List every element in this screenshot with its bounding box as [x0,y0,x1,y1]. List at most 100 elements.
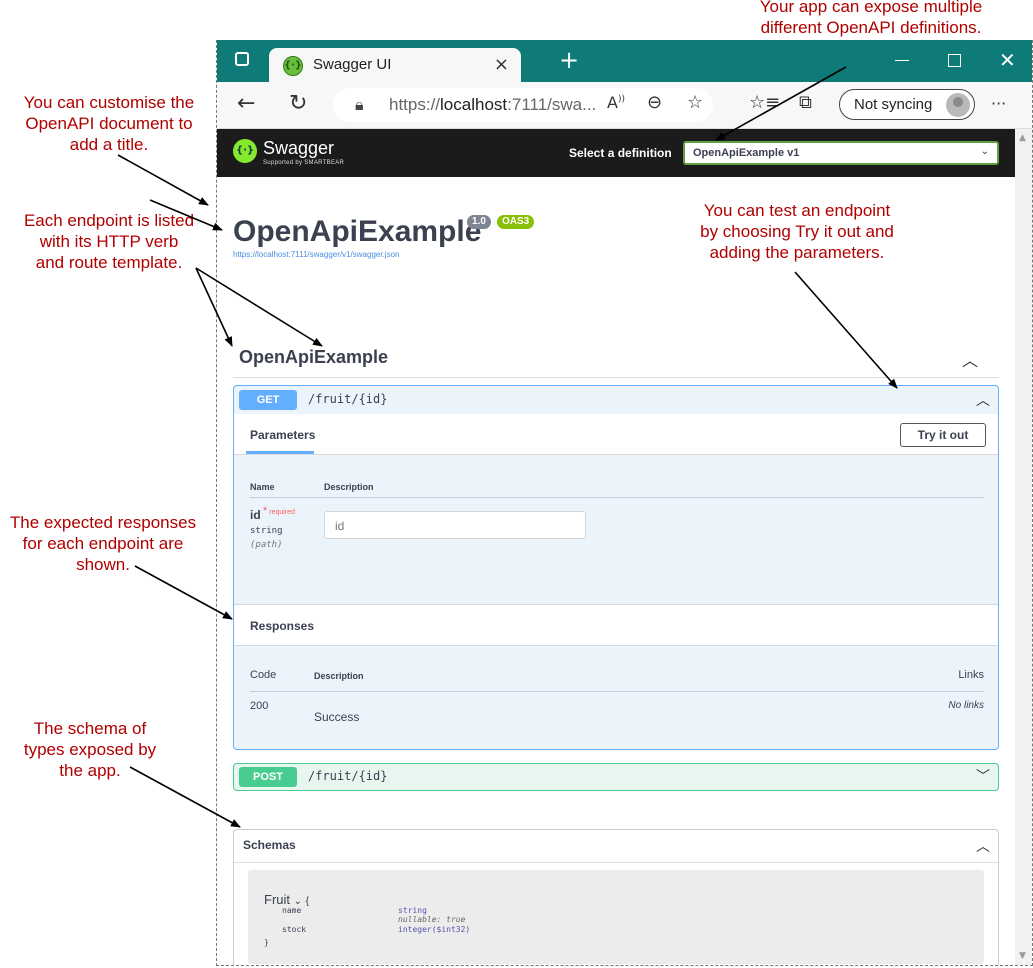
chevron-down-icon[interactable]: ﹀ [976,766,990,786]
response-col-code: Code [250,669,277,681]
chevron-up-icon[interactable]: ︿ [976,836,990,856]
response-code: 200 [250,700,269,712]
field-type: integer($int32) [398,925,471,934]
annotation-line: types exposed by [23,740,157,759]
param-location: (path) [250,540,283,550]
http-verb-get: GET [239,390,297,410]
open-brace: { [305,896,309,907]
tab-parameters[interactable]: Parameters [250,428,315,442]
browser-window: {·} Swagger UI × + ✕ ← ↻ 🔒︎ https://loca… [216,40,1033,966]
route-template: /fruit/{id} [308,392,388,406]
back-icon[interactable]: ← [237,91,255,116]
navigation-bar: ← ↻ 🔒︎ https://localhost:7111/swa... A))… [217,82,1032,129]
address-text: https://localhost:7111/swa... [389,95,596,115]
responses-title: Responses [250,619,315,633]
param-required: * required [263,505,295,517]
column-header-name: Name [250,482,275,492]
id-input[interactable]: id [324,511,586,539]
tab-swagger-ui[interactable]: {·} Swagger UI × [269,48,521,82]
id-input-placeholder: id [335,519,345,533]
annotation-endpoints: Each endpoint is listed with its HTTP ve… [0,210,218,273]
address-path: :7111/swa... [507,95,597,114]
get-operation: GET /fruit/{id} ︿ Parameters Try it out … [233,385,999,750]
sync-label: Not syncing [854,96,933,113]
more-icon[interactable]: ··· [991,94,1006,113]
chevron-up-icon[interactable]: ︿ [962,347,978,371]
annotation-line: different OpenAPI definitions. [760,18,982,37]
annotation-try-it: You can test an endpoint by choosing Try… [672,200,922,263]
model-name-text: Fruit [264,892,290,907]
swagger-logo-icon[interactable]: {·} [233,139,257,163]
param-type: string [250,526,283,536]
chevron-down-icon: ⌄ [980,146,989,157]
close-window-icon[interactable]: ✕ [999,48,1016,72]
model-name[interactable]: Fruit ⌄ { [264,892,309,907]
spec-url-link[interactable]: https://localhost:7111/swagger/v1/swagge… [233,250,399,259]
post-operation[interactable]: POST /fruit/{id} ﹀ [233,763,999,791]
address-host: localhost [440,95,508,114]
chevron-up-icon[interactable]: ︿ [976,390,990,410]
profile-sync-button[interactable]: Not syncing [839,89,975,120]
annotation-line: add a title. [69,135,149,154]
field-name: name [282,906,302,915]
definition-label: Select a definition [569,146,672,160]
scroll-up-icon[interactable]: ▲ [1019,133,1026,143]
swagger-favicon-icon: {·} [283,56,303,76]
avatar-icon [946,93,970,117]
endpoint-group-title[interactable]: OpenApiExample [239,347,388,368]
field-type: string [398,906,427,915]
annotation-line: with its HTTP verb [39,232,179,251]
parameters-bar: Parameters Try it out [234,414,998,455]
annotation-line: for each endpoint are [22,534,184,553]
definition-select[interactable]: OpenApiExample v1 ⌄ [683,141,999,165]
annotation-line: by choosing Try it out and [700,222,894,241]
close-tab-icon[interactable]: × [494,54,509,75]
annotation-line: adding the parameters. [709,243,885,262]
collections-icon[interactable]: ⧉ [799,92,812,113]
arrow-title [117,154,209,206]
annotation-title: You can customise the OpenAPI document t… [0,92,218,155]
schemas-title[interactable]: Schemas [243,838,296,852]
tab-title: Swagger UI [313,56,392,73]
zoom-out-icon[interactable]: ⊖ [647,92,662,113]
refresh-icon[interactable]: ↻ [289,91,307,116]
new-tab-icon[interactable]: + [559,46,579,74]
favorites-icon[interactable]: ☆≡ [749,92,780,113]
read-aloud-icon[interactable]: A)) [607,93,625,112]
scroll-down-icon[interactable]: ▼ [1019,951,1026,961]
try-it-out-button[interactable]: Try it out [900,423,986,447]
model-fruit: Fruit ⌄ { name string nullable: true sto… [248,870,984,964]
tab-actions-icon[interactable] [235,52,249,66]
annotation-line: You can test an endpoint [703,201,891,220]
response-col-description: Description [314,671,364,681]
get-operation-header[interactable]: GET /fruit/{id} ︿ [234,386,998,415]
vertical-scrollbar[interactable]: ▲ ▼ [1015,129,1032,965]
swagger-topbar: {·} Swagger Supported by SMARTBEAR Selec… [217,129,1015,177]
annotation-line: and route template. [35,253,183,272]
divider [233,377,999,378]
address-scheme: https:// [389,95,441,114]
version-badge: 1.0 [467,215,491,229]
annotation-line: The schema of [33,719,147,738]
annotation-line: You can customise the [23,93,195,112]
annotation-expose-definitions: Your app can expose multiple different O… [736,0,1006,38]
oas-badge: OAS3 [497,215,535,229]
maximize-icon[interactable] [948,54,961,67]
swagger-brand[interactable]: Swagger [263,138,334,159]
response-links: No links [948,700,984,711]
annotation-line: The expected responses [9,513,197,532]
annotation-line: OpenAPI document to [25,114,193,133]
annotation-line: Each endpoint is listed [23,211,195,230]
param-name: id [250,508,261,522]
add-favorite-icon[interactable]: ☆ [687,92,703,113]
annotation-line: shown. [76,555,130,574]
tab-underline [246,451,314,454]
divider [250,497,984,498]
title-bar: {·} Swagger UI × + ✕ [217,40,1032,82]
lock-icon[interactable]: 🔒︎ [355,95,364,115]
required-label: required [269,509,295,516]
minimize-icon[interactable] [895,60,909,61]
annotation-responses: The expected responses for each endpoint… [0,512,206,575]
swagger-brand-sub: Supported by SMARTBEAR [263,160,345,166]
close-brace: } [264,938,269,947]
